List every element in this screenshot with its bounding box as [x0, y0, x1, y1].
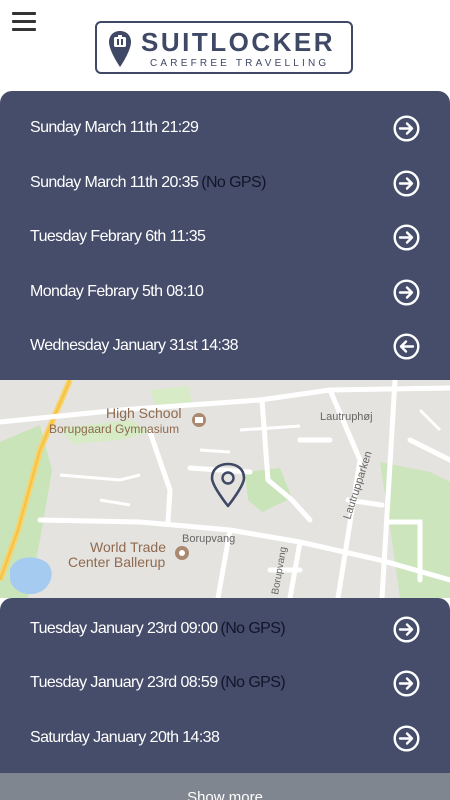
location-map[interactable]: High School Borupgaard Gymnasium World T…	[0, 380, 450, 598]
arrow-right-circle-icon[interactable]	[393, 725, 420, 752]
arrow-right-circle-icon[interactable]	[393, 224, 420, 251]
no-gps-note: (No GPS)	[220, 674, 286, 691]
history-item-label: Monday Febrary 5th 08:10	[30, 283, 204, 300]
history-item[interactable]: Sunday March 11th 21:29	[0, 101, 450, 155]
no-gps-note: (No GPS)	[220, 620, 286, 637]
history-item[interactable]: Saturday January 20th 14:38	[0, 711, 450, 765]
history-item-selected[interactable]: Wednesday January 31st 14:38	[0, 319, 450, 373]
map-label-school-name: Borupgaard Gymnasium	[49, 422, 179, 436]
arrow-right-circle-icon[interactable]	[393, 115, 420, 142]
history-item-label: Sunday March 11th 21:29	[30, 119, 199, 136]
history-item-label: Tuesday January 23rd 08:59	[30, 674, 218, 691]
history-item-label: Sunday March 11th 20:35	[30, 174, 199, 191]
history-item[interactable]: Tuesday January 23rd 08:59 (No GPS)	[0, 656, 450, 710]
history-item-label: Saturday January 20th 14:38	[30, 729, 220, 746]
arrow-right-circle-icon[interactable]	[393, 670, 420, 697]
show-more-button[interactable]: Show more	[0, 773, 450, 800]
logo-pin-icon	[109, 31, 131, 67]
no-gps-note: (No GPS)	[201, 174, 266, 191]
hamburger-menu-icon[interactable]	[12, 12, 36, 32]
logo-subtitle: CAREFREE TRAVELLING	[150, 58, 330, 69]
map-label-borupvang: Borupvang	[182, 533, 235, 545]
history-list-top: Sunday March 11th 21:29 Sunday March 11t…	[0, 91, 450, 380]
arrow-right-circle-icon[interactable]	[393, 616, 420, 643]
arrow-right-circle-icon[interactable]	[393, 279, 420, 306]
history-item[interactable]: Monday Febrary 5th 08:10	[0, 265, 450, 319]
history-item[interactable]: Sunday March 11th 20:35 (No GPS)	[0, 156, 450, 210]
show-more-label: Show more	[187, 789, 263, 800]
map-label-lautruphoj: Lautruphøj	[320, 411, 373, 423]
history-item[interactable]: Tuesday January 23rd 09:00 (No GPS)	[0, 602, 450, 656]
history-list-bottom: Tuesday January 23rd 09:00 (No GPS) Tuesd…	[0, 598, 450, 773]
app-header: SUITLOCKER CAREFREE TRAVELLING	[0, 0, 450, 90]
arrow-right-circle-icon[interactable]	[393, 170, 420, 197]
map-label-wtc: World Trade	[90, 539, 166, 555]
history-item[interactable]: Tuesday Febrary 6th 11:35	[0, 210, 450, 264]
suitlocker-logo: SUITLOCKER CAREFREE TRAVELLING	[95, 21, 353, 74]
logo-title: SUITLOCKER	[141, 27, 335, 57]
history-item-label: Tuesday January 23rd 09:00	[30, 620, 218, 637]
map-label-wtc-name: Center Ballerup	[68, 554, 165, 570]
arrow-left-circle-icon[interactable]	[393, 333, 420, 360]
map-label-school: High School	[106, 405, 182, 421]
history-item-label: Tuesday Febrary 6th 11:35	[30, 228, 206, 245]
history-item-label: Wednesday January 31st 14:38	[30, 337, 239, 354]
